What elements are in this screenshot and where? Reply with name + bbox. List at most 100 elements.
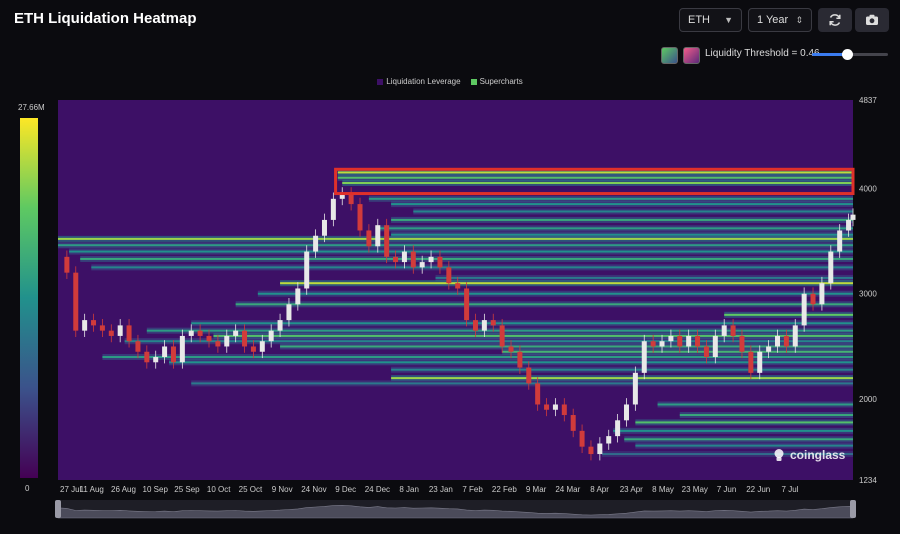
x-tick-label: 8 May: [652, 485, 674, 494]
x-tick-label: 7 Jul: [782, 485, 799, 494]
liquidity-band: [657, 403, 853, 406]
candle-body: [259, 341, 265, 352]
liquidity-band: [213, 334, 854, 337]
candle-body: [526, 367, 532, 384]
x-tick-label: 8 Apr: [590, 485, 609, 494]
candle-body: [375, 225, 381, 247]
liquidity-band: [391, 377, 853, 380]
x-tick-label: 24 Dec: [365, 485, 390, 494]
x-tick-label: 25 Oct: [239, 485, 263, 494]
candle-body: [401, 251, 407, 263]
candle-body: [792, 325, 798, 347]
candle-body: [268, 330, 274, 342]
liquidity-band: [80, 257, 853, 260]
candle-body: [472, 320, 478, 331]
y-tick-label: 4000: [859, 184, 877, 193]
x-tick-label: 22 Jun: [746, 485, 770, 494]
liquidity-band: [58, 237, 853, 240]
liquidity-band: [58, 244, 853, 247]
candle-body: [748, 351, 754, 373]
candle-body: [810, 293, 816, 305]
liquidity-band: [613, 429, 853, 432]
liquidity-band: [257, 292, 853, 295]
candle-body: [615, 420, 621, 437]
candle-body: [135, 341, 141, 352]
liquidity-band: [391, 368, 853, 371]
candle-body: [481, 320, 487, 331]
candle-body: [739, 335, 745, 352]
candle-body: [162, 346, 168, 358]
candle-body: [321, 219, 327, 236]
candle-body: [286, 304, 292, 321]
candle-body: [215, 341, 221, 347]
x-tick-label: 9 Nov: [272, 485, 293, 494]
candle-body: [588, 446, 594, 455]
candle-body: [846, 219, 852, 231]
candle-body: [108, 330, 114, 336]
candle-body: [428, 256, 434, 263]
candle-body: [686, 335, 692, 347]
candle-body: [695, 335, 701, 347]
liquidity-band: [391, 218, 853, 221]
liquidity-band: [413, 210, 853, 213]
candle-body: [677, 335, 683, 347]
liquidity-band: [337, 176, 854, 179]
candle-body: [703, 346, 709, 358]
x-tick-label: 27 Jul: [60, 485, 82, 494]
candle-body: [437, 256, 443, 268]
candle-body: [384, 225, 390, 257]
candle-body: [668, 335, 674, 342]
candle-body: [490, 320, 496, 326]
x-tick-label: 22 Feb: [492, 485, 517, 494]
x-tick-label: 24 Mar: [555, 485, 580, 494]
candle-body: [330, 198, 336, 220]
candle-body: [570, 415, 576, 431]
liquidity-band: [635, 421, 853, 424]
liquidity-band: [69, 250, 854, 253]
liquidity-band: [191, 322, 853, 325]
candle-body: [446, 267, 452, 284]
candle-body: [766, 346, 772, 352]
candle-body: [304, 251, 310, 289]
candle-body: [144, 351, 150, 363]
candle-body: [233, 330, 239, 336]
navigator-handle-right: [850, 500, 856, 518]
candle-body: [224, 335, 230, 347]
x-tick-label: 26 Aug: [111, 485, 136, 494]
candle-body: [73, 272, 79, 331]
x-tick-label: 11 Aug: [80, 485, 104, 494]
candle-body: [91, 320, 97, 326]
liquidity-band: [391, 203, 853, 206]
liquidity-band: [502, 350, 853, 353]
candle-body: [197, 330, 203, 336]
heatmap-chart: 1234 2000 3000 4000 4837 27 Jul11 Aug 26 Aug 10…: [55, 96, 877, 519]
candle-body: [455, 283, 461, 289]
x-tick-label: 7 Feb: [462, 485, 483, 494]
coinglass-logo-icon: [774, 449, 784, 461]
x-tick-label: 9 Mar: [526, 485, 547, 494]
y-tick-label: 2000: [859, 395, 877, 404]
liquidity-band: [368, 197, 853, 200]
x-tick-label: 8 Jan: [399, 485, 419, 494]
candle-body: [366, 230, 372, 247]
candle-body: [721, 325, 727, 336]
candle-body: [561, 404, 567, 416]
x-tick-label: 10 Oct: [207, 485, 231, 494]
candle-body: [757, 351, 763, 373]
liquidity-band: [435, 276, 853, 279]
x-tick-label: 10 Sep: [143, 485, 169, 494]
candle-body: [579, 430, 585, 447]
watermark-text: coinglass: [790, 448, 846, 462]
candle-body: [179, 335, 185, 363]
x-tick-label: 9 Dec: [335, 485, 356, 494]
candle-body: [641, 341, 647, 373]
liquidity-band: [391, 233, 853, 236]
x-tick-label: 23 May: [682, 485, 708, 494]
y-tick-label: 4837: [859, 96, 877, 105]
candle-body: [828, 251, 834, 284]
candle-body: [464, 288, 470, 321]
liquidity-band: [624, 438, 853, 441]
candle-body: [837, 230, 843, 252]
x-tick-label: 25 Sep: [174, 485, 200, 494]
liquidity-band: [191, 382, 853, 385]
